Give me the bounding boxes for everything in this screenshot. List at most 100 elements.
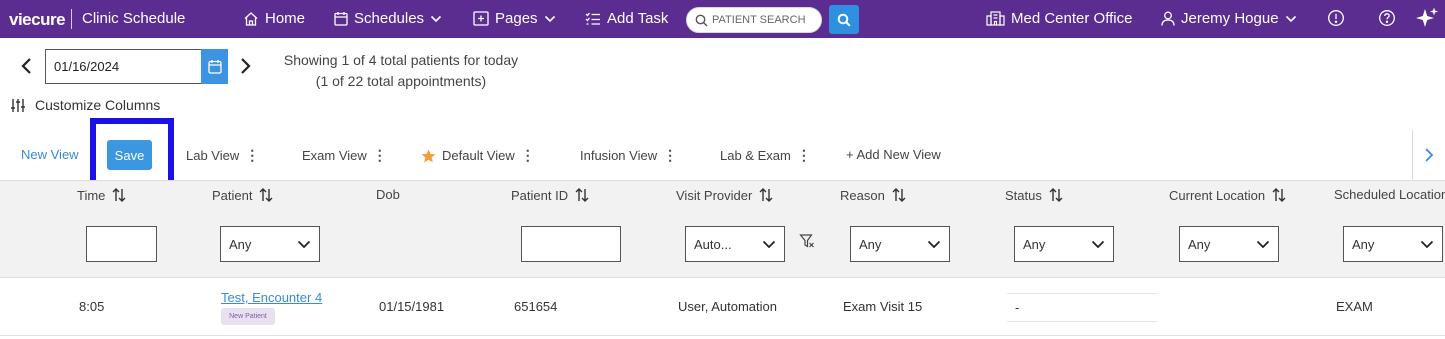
sliders-icon [11, 98, 25, 112]
status-filter-select[interactable]: Any [1014, 226, 1114, 262]
next-day-button[interactable] [238, 57, 252, 80]
kebab-menu-icon[interactable]: ⋮ [245, 147, 259, 164]
table-row[interactable]: 8:05 Test, Encounter 4 New Patient 01/15… [0, 278, 1445, 336]
nav-home[interactable]: Home [243, 10, 305, 27]
view-tab-lab[interactable]: Lab View ⋮ [186, 147, 259, 164]
add-new-view-link[interactable]: + Add New View [846, 147, 941, 162]
time-filter-input[interactable] [86, 226, 157, 262]
view-tab-default[interactable]: Default View ⋮ [421, 147, 535, 164]
filter-value: Auto... [694, 236, 732, 252]
column-header-status[interactable]: Status [1005, 187, 1064, 203]
top-nav-bar: viecure Clinic Schedule Home Schedules P… [0, 0, 1445, 38]
cell-visit-provider: User, Automation [678, 299, 777, 314]
column-header-label: Current Location [1169, 187, 1266, 203]
cell-dob: 01/15/1981 [379, 299, 445, 314]
view-tab-lab-exam[interactable]: Lab & Exam ⋮ [720, 147, 811, 164]
app-title: Clinic Schedule [82, 10, 186, 27]
customize-columns-label: Customize Columns [35, 97, 161, 113]
cell-patient-id: 651654 [514, 299, 558, 314]
office-name: Med Center Office [1011, 10, 1133, 27]
search-icon [695, 14, 708, 26]
appointment-count-line: (1 of 22 total appointments) [315, 73, 487, 89]
column-header-label: Time [77, 187, 106, 203]
column-header-label: Reason [840, 187, 885, 203]
cell-status[interactable]: - [1007, 293, 1157, 322]
office-selector[interactable]: Med Center Office [986, 10, 1132, 27]
sort-icon[interactable] [1271, 187, 1287, 203]
column-header-label: Scheduled Location [1334, 187, 1445, 202]
alert-icon[interactable] [1327, 9, 1345, 32]
sort-icon[interactable] [111, 187, 127, 203]
user-menu[interactable]: Jeremy Hogue [1161, 10, 1297, 27]
view-tab-label: Lab & Exam [720, 148, 791, 163]
column-header-visit-provider[interactable]: Visit Provider [676, 187, 774, 203]
patient-id-filter-input[interactable] [521, 226, 621, 262]
kebab-menu-icon[interactable]: ⋮ [797, 147, 811, 164]
kebab-menu-icon[interactable]: ⋮ [373, 147, 387, 164]
home-icon [244, 11, 258, 26]
chevron-down-icon [430, 15, 442, 22]
pages-icon [473, 11, 489, 26]
column-header-time[interactable]: Time [77, 187, 127, 203]
sort-icon[interactable] [258, 187, 274, 203]
patient-name-link[interactable]: Test, Encounter 4 [221, 290, 322, 305]
patient-count-line: Showing 1 of 4 total patients for today [283, 52, 519, 68]
sort-icon[interactable] [574, 187, 590, 203]
nav-add-task-label: Add Task [607, 10, 669, 27]
views-scroll-right-button[interactable] [1412, 130, 1445, 180]
brand-logo[interactable]: viecure [9, 10, 66, 30]
nav-schedules[interactable]: Schedules [334, 10, 442, 27]
column-header-label: Dob [376, 187, 400, 202]
nav-pages[interactable]: Pages [473, 10, 556, 27]
column-header-dob[interactable]: Dob [376, 187, 400, 202]
search-button[interactable] [829, 5, 859, 34]
calendar-icon [334, 12, 348, 26]
patient-search-input[interactable] [712, 14, 812, 26]
view-tab-infusion[interactable]: Infusion View ⋮ [580, 147, 677, 164]
user-icon [1161, 11, 1175, 26]
chevron-down-icon [544, 15, 555, 22]
kebab-menu-icon[interactable]: ⋮ [521, 147, 535, 164]
filter-value: Any [229, 236, 252, 252]
column-header-patient-id[interactable]: Patient ID [511, 187, 590, 203]
filter-value: Any [859, 236, 882, 252]
chevron-down-icon [1285, 15, 1296, 22]
brand-divider [71, 9, 72, 29]
provider-filter-select[interactable]: Auto... [685, 226, 785, 262]
patient-filter-select[interactable]: Any [220, 226, 320, 262]
date-field[interactable] [45, 49, 203, 84]
column-header-reason[interactable]: Reason [840, 187, 907, 203]
nav-schedules-label: Schedules [354, 10, 425, 27]
sort-icon[interactable] [758, 187, 774, 203]
new-view-link[interactable]: New View [21, 147, 79, 162]
column-header-label: Visit Provider [676, 187, 753, 203]
previous-day-button[interactable] [20, 57, 34, 80]
save-button[interactable]: Save [107, 140, 152, 170]
calendar-picker-button[interactable] [201, 49, 228, 84]
scheduled-location-filter-select[interactable]: Any [1343, 226, 1443, 262]
chevron-down-icon [297, 240, 311, 248]
clear-filter-icon[interactable] [799, 233, 815, 254]
column-header-scheduled-location[interactable]: Scheduled Location [1334, 187, 1445, 202]
help-icon[interactable] [1378, 9, 1396, 32]
column-header-patient[interactable]: Patient [212, 187, 274, 203]
kebab-menu-icon[interactable]: ⋮ [663, 147, 677, 164]
customize-columns-button[interactable]: Customize Columns [10, 97, 160, 113]
column-header-label: Patient [212, 187, 253, 203]
reason-filter-select[interactable]: Any [850, 226, 950, 262]
current-location-filter-select[interactable]: Any [1179, 226, 1279, 262]
column-header-label: Status [1005, 187, 1042, 203]
nav-add-task[interactable]: Add Task [585, 10, 668, 27]
new-patient-badge: New Patient [221, 308, 275, 325]
sort-icon[interactable] [891, 187, 907, 203]
calendar-icon [207, 60, 222, 74]
patient-search-box[interactable] [686, 7, 822, 33]
cell-scheduled-location: EXAM [1336, 299, 1373, 314]
search-icon [837, 13, 851, 27]
sort-icon[interactable] [1048, 187, 1064, 203]
view-tab-label: Exam View [302, 148, 367, 163]
sparkle-icon[interactable] [1414, 6, 1440, 37]
chevron-right-icon [1425, 148, 1434, 162]
view-tab-exam[interactable]: Exam View ⋮ [302, 147, 387, 164]
column-header-current-location[interactable]: Current Location [1169, 187, 1287, 203]
